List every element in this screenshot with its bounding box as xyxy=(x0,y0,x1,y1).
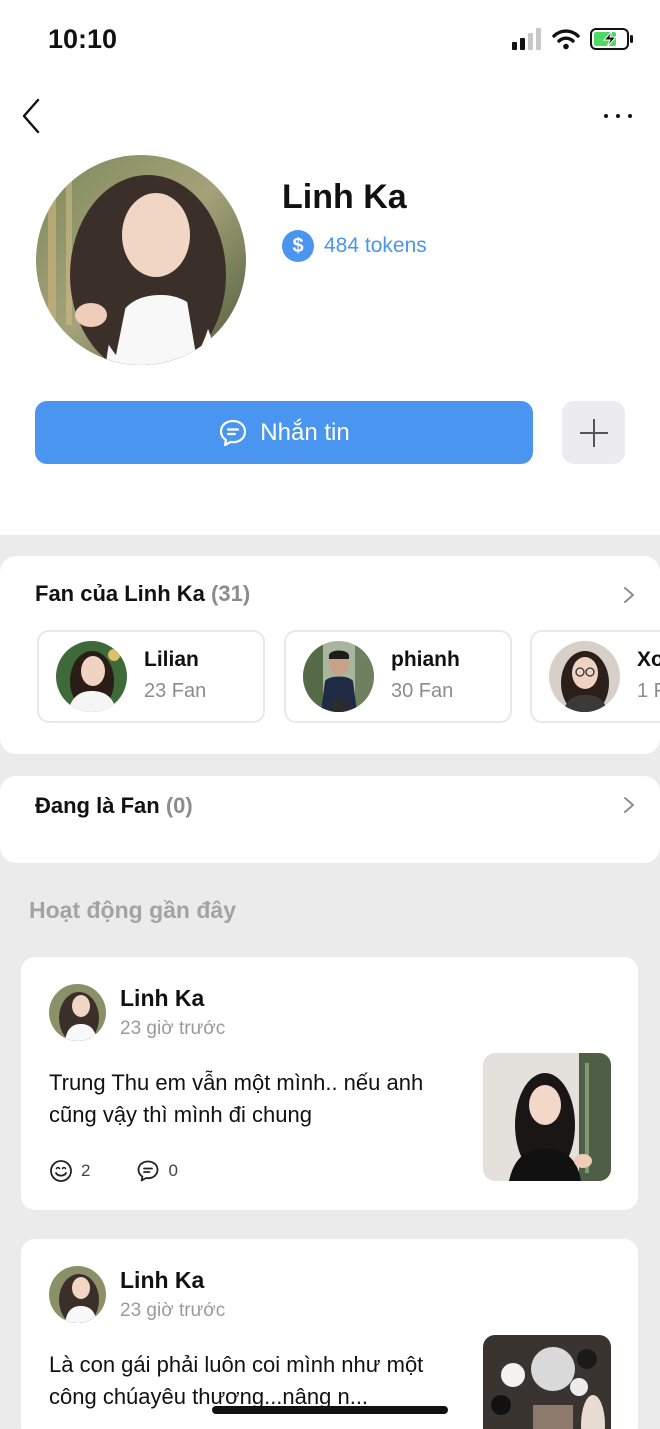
reaction-count: 2 xyxy=(81,1161,91,1180)
status-time: 10:10 xyxy=(48,24,118,54)
post-author[interactable]: Linh Ka xyxy=(120,985,204,1012)
dollar-coin-icon: $ xyxy=(282,230,314,262)
chevron-right-icon[interactable] xyxy=(622,585,636,605)
avatar xyxy=(56,641,127,712)
comment-button[interactable]: 0 xyxy=(136,1159,178,1183)
fans-section-label: Fan của Linh Ka xyxy=(35,581,205,606)
message-button[interactable]: Nhắn tin xyxy=(35,401,533,464)
chevron-left-icon xyxy=(22,98,40,134)
message-button-label: Nhắn tin xyxy=(260,418,350,446)
post-text: Là con gái phải luôn coi mình như một cô… xyxy=(49,1352,424,1409)
fan-name: Lilian xyxy=(144,648,199,671)
tokens-text: 484 tokens xyxy=(324,234,427,257)
chevron-right-icon[interactable] xyxy=(622,795,636,815)
status-bar: 10:10 xyxy=(0,0,660,80)
chat-bubble-icon xyxy=(220,419,247,446)
fan-of-section-label: Đang là Fan xyxy=(35,793,160,818)
fan-item[interactable]: Xo 1 F xyxy=(530,630,660,723)
signal-icon xyxy=(512,28,541,50)
profile-header: Linh Ka $ 484 tokens Nhắn tin xyxy=(0,152,660,535)
fan-of-count: (0) xyxy=(165,793,193,818)
fans-count: (31) xyxy=(211,581,251,606)
avatar xyxy=(303,641,374,712)
fan-item[interactable]: Lilian 23 Fan xyxy=(37,630,265,723)
post-image[interactable] xyxy=(483,1053,611,1181)
fan-item[interactable]: phianh 30 Fan xyxy=(284,630,512,723)
nav-bar xyxy=(0,80,660,152)
fan-name: phianh xyxy=(391,648,460,671)
battery-charging-icon xyxy=(590,28,633,50)
fans-section: Fan của Linh Ka (31) Lilian 23 Fan phian… xyxy=(0,556,660,754)
post-image[interactable] xyxy=(483,1335,611,1429)
fans-section-title[interactable]: Fan của Linh Ka (31) xyxy=(35,581,250,607)
wifi-icon xyxy=(552,29,580,50)
post-time: 23 giờ trước xyxy=(120,1018,226,1039)
fan-of-section[interactable]: Đang là Fan (0) xyxy=(0,776,660,863)
post-time: 23 giờ trước xyxy=(120,1300,226,1321)
fan-count: 23 Fan xyxy=(144,680,207,702)
avatar[interactable] xyxy=(49,1266,106,1323)
comment-icon xyxy=(138,1160,159,1182)
post-card[interactable]: Linh Ka 23 giờ trước Trung Thu em vẫn mộ… xyxy=(21,957,638,1210)
comment-count: 0 xyxy=(168,1161,178,1180)
plus-icon xyxy=(579,418,608,447)
avatar[interactable] xyxy=(49,984,106,1041)
fan-count: 1 F xyxy=(637,680,660,702)
fan-count: 30 Fan xyxy=(391,680,454,702)
post-actions: 2 0 xyxy=(49,1159,224,1183)
smile-icon xyxy=(50,1160,72,1182)
post-card[interactable]: Linh Ka 23 giờ trước Là con gái phải luô… xyxy=(21,1239,638,1429)
token-balance[interactable]: $ 484 tokens xyxy=(282,230,427,262)
fan-of-section-title: Đang là Fan (0) xyxy=(35,793,193,819)
back-button[interactable] xyxy=(14,96,54,136)
more-options-button[interactable] xyxy=(598,96,638,136)
profile-avatar[interactable] xyxy=(36,155,246,365)
add-button[interactable] xyxy=(562,401,625,464)
status-icons xyxy=(512,28,634,50)
post-author[interactable]: Linh Ka xyxy=(120,1267,204,1294)
home-indicator[interactable] xyxy=(212,1406,448,1414)
avatar xyxy=(549,641,620,712)
reaction-button[interactable]: 2 xyxy=(49,1159,90,1183)
profile-name: Linh Ka xyxy=(282,178,407,216)
post-text: Trung Thu em vẫn một mình.. nếu anh cũng… xyxy=(49,1070,424,1127)
fan-name: Xo xyxy=(637,648,660,671)
more-horizontal-icon xyxy=(604,114,632,118)
recent-activity-title: Hoạt động gần đây xyxy=(29,897,236,923)
